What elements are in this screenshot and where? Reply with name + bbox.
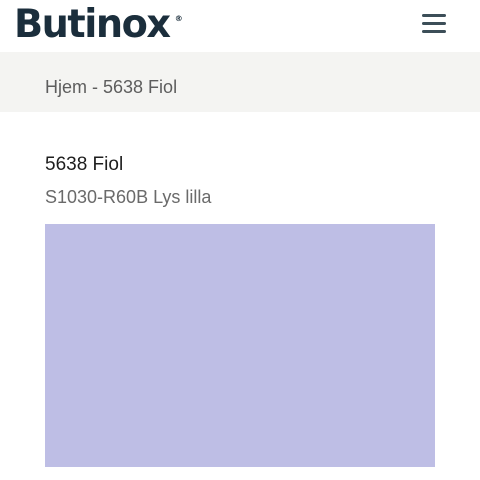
menu-icon-bar-middle <box>422 22 446 25</box>
page: Butinox ® Hjem - 5638 Fiol 5638 Fiol S10… <box>0 0 480 480</box>
breadcrumb-home-link[interactable]: Hjem <box>45 77 87 98</box>
site-header: Butinox ® <box>0 0 480 52</box>
breadcrumb-current: 5638 Fiol <box>103 77 178 97</box>
menu-button[interactable] <box>420 12 448 36</box>
breadcrumb-separator: - <box>87 77 104 97</box>
butinox-logo[interactable]: Butinox ® <box>14 2 183 48</box>
color-swatch <box>45 224 435 467</box>
product-title: 5638 Fiol <box>45 154 124 175</box>
registered-mark: ® <box>174 14 183 23</box>
breadcrumb: Hjem - 5638 Fiol <box>45 77 177 98</box>
product-color-code: S1030-R60B Lys lilla <box>45 187 212 207</box>
menu-icon-bar-top <box>422 14 446 17</box>
menu-icon-bar-bottom <box>422 30 446 33</box>
logo-wordmark: Butinox <box>14 2 171 47</box>
